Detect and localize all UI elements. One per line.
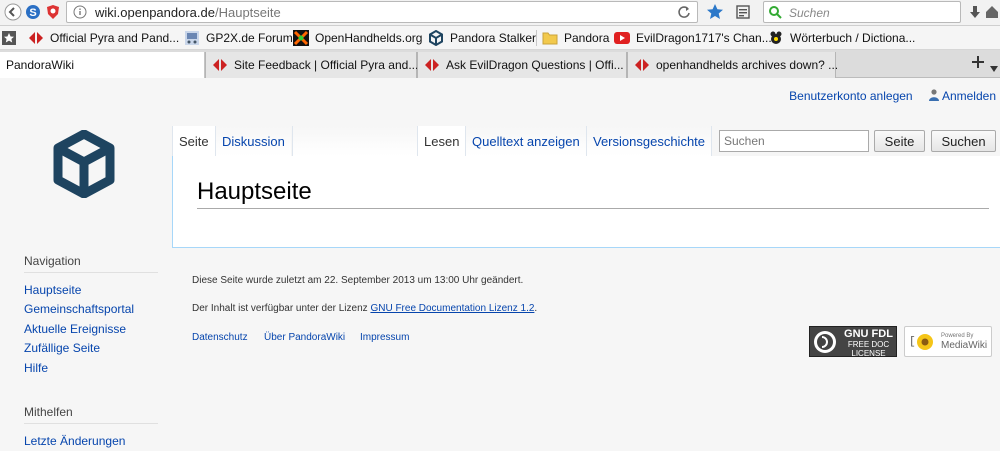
bookmark-item[interactable]: EvilDragon1717's Chan... xyxy=(614,30,772,46)
bookmark-item[interactable]: Pandora Stalker xyxy=(428,29,536,47)
openhandhelds-icon xyxy=(293,30,309,46)
navigation-heading: Navigation xyxy=(24,254,158,273)
pyra-icon xyxy=(634,57,650,73)
bookmark-star-icon[interactable] xyxy=(706,3,724,21)
tab-site-feedback[interactable]: Site Feedback | Official Pyra and... xyxy=(205,52,418,78)
tab-read[interactable]: Lesen xyxy=(417,126,466,156)
reload-icon[interactable] xyxy=(675,3,693,21)
nav-link-hauptseite[interactable]: Hauptseite xyxy=(24,283,81,297)
bookmark-folder[interactable]: Pandora xyxy=(542,30,609,46)
tab-discussion[interactable]: Diskussion xyxy=(215,126,291,156)
new-tab-icon[interactable] xyxy=(971,55,985,72)
reading-list-icon[interactable] xyxy=(734,3,752,21)
tab-pandorawiki[interactable]: PandoraWiki xyxy=(0,52,205,78)
gp2x-icon xyxy=(184,30,200,46)
svg-text:S: S xyxy=(29,7,36,19)
tab-view-source[interactable]: Quelltext anzeigen xyxy=(465,126,586,156)
pyra-icon xyxy=(212,57,228,73)
create-account-link[interactable]: Benutzerkonto anlegen xyxy=(789,89,912,103)
wiki-page: Benutzerkonto anlegen Anmelden Seite Dis… xyxy=(0,78,1000,451)
gfdl-badge-text: GNU FDL FREE DOC LICENSE xyxy=(844,328,893,358)
tab-ask-evildragon[interactable]: Ask EvilDragon Questions | Offi... xyxy=(417,52,627,78)
footer-link-impressum[interactable]: Impressum xyxy=(360,332,409,343)
nav-link-zufaellige-seite[interactable]: Zufällige Seite xyxy=(24,341,100,355)
personal-tools: Benutzerkonto anlegen Anmelden xyxy=(789,89,996,103)
url-text: wiki.openpandora.de/Hauptseite xyxy=(95,5,281,20)
go-button[interactable]: Seite xyxy=(874,130,925,152)
gfdl-logo-icon xyxy=(814,331,836,353)
home-icon[interactable] xyxy=(986,3,998,21)
nav-link-hilfe[interactable]: Hilfe xyxy=(24,361,48,375)
tab-page[interactable]: Seite xyxy=(172,126,215,156)
browser-search-placeholder: Suchen xyxy=(789,6,830,20)
tab-openhandhelds[interactable]: openhandhelds archives down? ... xyxy=(627,52,838,78)
address-bar[interactable]: wiki.openpandora.de/Hauptseite xyxy=(66,1,698,23)
mediawiki-sunflower-icon xyxy=(917,334,933,350)
contribute-heading: Mithelfen xyxy=(24,405,158,424)
content-area: Hauptseite xyxy=(172,156,1000,248)
search-button[interactable]: Suchen xyxy=(931,130,996,152)
page-title: Hauptseite xyxy=(197,178,989,209)
mediawiki-badge[interactable]: [ ] Powered By MediaWiki xyxy=(904,326,992,357)
tab-list-chevron-icon[interactable] xyxy=(990,61,998,75)
pyra-icon xyxy=(28,30,44,46)
footer-license: Der Inhalt ist verfügbar unter der Lizen… xyxy=(192,303,538,314)
folder-icon xyxy=(542,30,558,46)
footer-last-modified: Diese Seite wurde zuletzt am 22. Septemb… xyxy=(192,275,524,286)
login-link[interactable]: Anmelden xyxy=(942,89,996,103)
skype-icon[interactable]: S xyxy=(24,3,42,21)
bookmarks-menu-star-icon[interactable] xyxy=(2,30,16,46)
shield-icon[interactable] xyxy=(44,3,62,21)
tab-history[interactable]: Versionsgeschichte xyxy=(586,126,713,156)
mediawiki-badge-text: Powered By MediaWiki xyxy=(941,333,988,351)
pandora-stalker-icon xyxy=(428,29,444,47)
bookmark-item[interactable]: Wörterbuch / Dictiona... xyxy=(768,30,915,46)
tab-spacer xyxy=(292,126,417,156)
youtube-icon xyxy=(614,30,630,46)
info-icon[interactable] xyxy=(73,5,87,22)
bookmark-item[interactable]: OpenHandhelds.org xyxy=(293,30,422,46)
bookmark-separator xyxy=(536,30,537,46)
download-icon[interactable] xyxy=(966,3,984,21)
bookmark-item[interactable]: GP2X.de Forum xyxy=(184,30,293,46)
user-icon xyxy=(929,89,942,103)
site-logo[interactable] xyxy=(52,129,116,199)
footer-link-datenschutz[interactable]: Datenschutz xyxy=(192,332,248,343)
license-link[interactable]: GNU Free Documentation Lizenz 1.2 xyxy=(370,303,534,314)
tab-strip: PandoraWiki Site Feedback | Official Pyr… xyxy=(0,50,1000,78)
footer-link-ueber[interactable]: Über PandoraWiki xyxy=(264,332,345,343)
pyra-icon xyxy=(424,57,440,73)
bookmark-item[interactable]: Official Pyra and Pand... xyxy=(28,30,179,46)
dictionary-icon xyxy=(768,30,784,46)
nav-link-gemeinschaftsportal[interactable]: Gemeinschaftsportal xyxy=(24,302,134,316)
nav-link-aktuelle-ereignisse[interactable]: Aktuelle Ereignisse xyxy=(24,322,126,336)
back-icon[interactable] xyxy=(4,3,22,21)
gfdl-badge[interactable]: GNU FDL FREE DOC LICENSE xyxy=(809,326,897,358)
nav-link-letzte-aenderungen[interactable]: Letzte Änderungen xyxy=(24,434,125,448)
wiki-search-input[interactable]: Suchen xyxy=(719,130,869,152)
browser-search-box[interactable]: Suchen xyxy=(763,1,961,23)
bookmarks-toolbar: Official Pyra and Pand... GP2X.de Forum … xyxy=(0,26,1000,50)
browser-toolbar: S wiki.openpandora.de/Hauptseite Suchen xyxy=(0,0,1000,26)
search-engine-icon[interactable] xyxy=(768,5,784,24)
